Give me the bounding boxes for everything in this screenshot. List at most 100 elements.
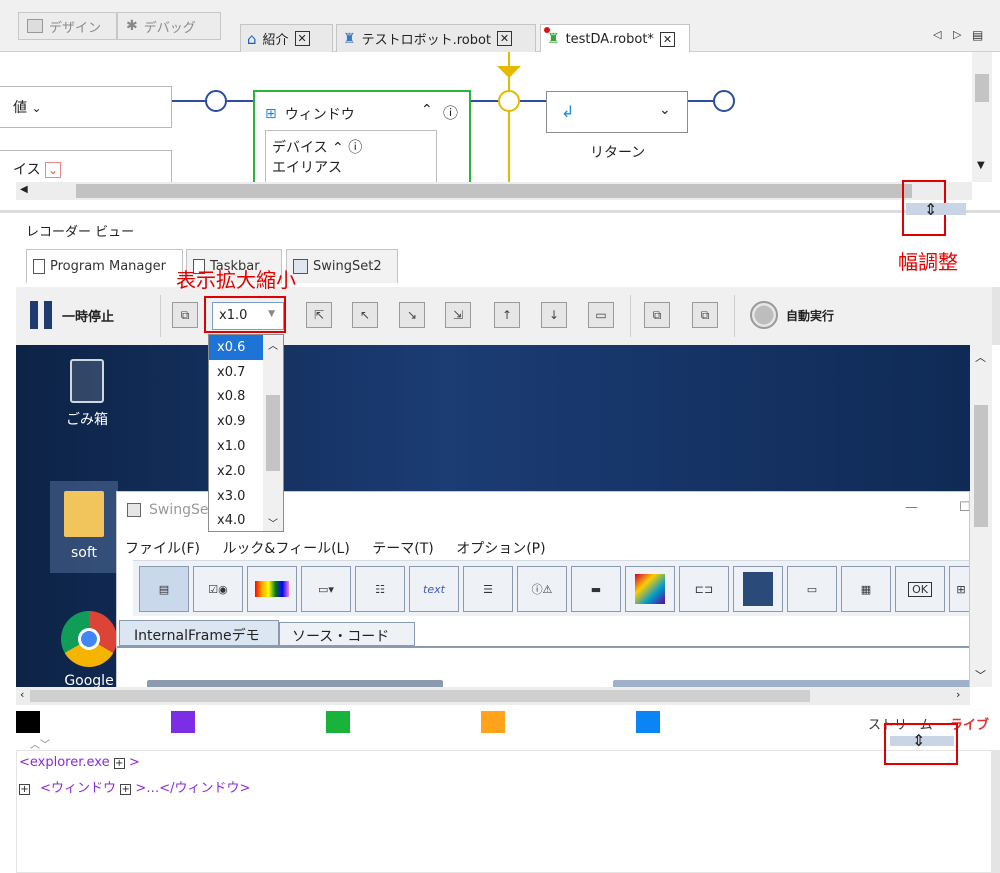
- file-chooser-tool[interactable]: ☷: [355, 566, 405, 612]
- tooltip-tool[interactable]: OK: [895, 566, 945, 612]
- tree-tool[interactable]: ⊞: [949, 566, 969, 612]
- close-icon[interactable]: ✕: [659, 31, 675, 47]
- flow-node-device[interactable]: イス ⌄: [0, 150, 172, 182]
- help-icon[interactable]: ⓘ: [348, 140, 362, 156]
- close-icon[interactable]: ✕: [294, 31, 310, 46]
- flow-vertical-scrollbar[interactable]: ▼: [972, 52, 992, 182]
- table-tool[interactable]: ▦: [841, 566, 891, 612]
- tab-internalframe-demo[interactable]: InternalFrameデモ: [119, 620, 279, 646]
- editor-pane-tool[interactable]: text: [409, 566, 459, 612]
- checkbox-tool[interactable]: ☑◉: [193, 566, 243, 612]
- chevron-down-icon[interactable]: ⌄: [659, 102, 671, 118]
- color-swatch-purple[interactable]: [171, 711, 195, 733]
- tab-swingset2[interactable]: SwingSet2: [286, 249, 398, 283]
- color-swatch-black[interactable]: [16, 711, 40, 733]
- flow-connector[interactable]: [498, 90, 520, 112]
- windows-icon: ⊞: [265, 106, 277, 122]
- return-node[interactable]: ↲ ⌄: [546, 91, 688, 133]
- import-icon: ⧉: [700, 307, 710, 322]
- flow-node-value[interactable]: 値 ⌄: [0, 86, 172, 128]
- move-down-right-button[interactable]: ↘: [399, 302, 425, 328]
- zoom-option[interactable]: x0.6: [209, 335, 263, 360]
- soft-folder-desktop-icon[interactable]: soft: [50, 481, 118, 573]
- chevron-down-icon[interactable]: ⌄: [45, 162, 62, 178]
- combobox-tool[interactable]: ▭▾: [301, 566, 351, 612]
- menu-file[interactable]: ファイル(F): [125, 541, 200, 557]
- color-swatch-orange[interactable]: [481, 711, 505, 733]
- export-button[interactable]: ⧉: [644, 302, 670, 328]
- help-icon[interactable]: ⓘ: [443, 102, 458, 123]
- tabbed-pane-icon: ▭: [806, 582, 818, 596]
- menu-options[interactable]: オプション(P): [456, 541, 545, 557]
- refresh-capture-button[interactable]: ⧉: [172, 302, 198, 328]
- expand-plus-icon[interactable]: +: [113, 758, 125, 769]
- window-node[interactable]: ⊞ ウィンドウ ⌃ ⓘ デバイス ⌃ ⓘ エイリアス: [253, 90, 471, 182]
- tabbed-pane-tool[interactable]: ▭: [787, 566, 837, 612]
- move-up-button[interactable]: ↑: [494, 302, 520, 328]
- color-swatch-blue[interactable]: [636, 711, 660, 733]
- minimize-icon[interactable]: —: [905, 500, 918, 515]
- zoom-option[interactable]: x2.0: [209, 459, 263, 484]
- tab-list-icon[interactable]: ▤: [972, 28, 983, 42]
- split-pane-tool[interactable]: [733, 566, 783, 612]
- menu-theme[interactable]: テーマ(T): [372, 541, 433, 557]
- expand-plus-icon[interactable]: +: [19, 784, 30, 795]
- chrome-desktop-icon[interactable]: Google Chr: [54, 611, 124, 687]
- close-icon[interactable]: ✕: [497, 31, 513, 46]
- progress-bar-tool[interactable]: ▬: [571, 566, 621, 612]
- move-down-button[interactable]: ↓: [541, 302, 567, 328]
- import-button[interactable]: ⧉: [692, 302, 718, 328]
- design-button[interactable]: デザイン: [18, 12, 117, 40]
- recycle-bin-desktop-icon[interactable]: ごみ箱: [56, 359, 118, 429]
- splitter-bar[interactable]: [0, 210, 1000, 213]
- move-up-left-button[interactable]: ↖: [352, 302, 378, 328]
- recorder-horizontal-scrollbar[interactable]: ‹ ›: [16, 687, 970, 705]
- move-bottom-right-button[interactable]: ⇲: [445, 302, 471, 328]
- zoom-option[interactable]: x4.0: [209, 509, 263, 534]
- color-swatch-green[interactable]: [326, 711, 350, 733]
- zoom-option[interactable]: x0.9: [209, 409, 263, 434]
- tab-intro[interactable]: ⌂ 紹介 ✕: [240, 24, 333, 52]
- zoom-option[interactable]: x0.7: [209, 360, 263, 385]
- recorder-desktop-preview: ごみ箱 soft Google Chr SwingSet — ☐ ファイル(F)…: [16, 345, 970, 687]
- page-button[interactable]: ▭: [588, 302, 614, 328]
- debug-button[interactable]: ✱ デバッグ: [117, 12, 221, 40]
- option-pane-tool[interactable]: ⓘ⚠: [517, 566, 567, 612]
- tab-source-code[interactable]: ソース・コード: [279, 622, 415, 646]
- chevron-down-icon[interactable]: ⌄: [31, 101, 41, 115]
- maximize-icon[interactable]: ☐: [959, 500, 969, 515]
- move-top-left-button[interactable]: ⇱: [306, 302, 332, 328]
- chrome-icon: [61, 611, 117, 667]
- flow-connector[interactable]: [713, 90, 735, 112]
- collapse-icon[interactable]: ⌃: [421, 102, 433, 118]
- color-chooser-tool[interactable]: [247, 566, 297, 612]
- tab-test-robot[interactable]: ♜ テストロボット.robot ✕: [336, 24, 536, 52]
- zoom-option[interactable]: x0.8: [209, 385, 263, 410]
- tab-testda-robot[interactable]: ♜ testDA.robot* ✕: [540, 24, 690, 53]
- zoom-option[interactable]: x1.0: [209, 434, 263, 459]
- collapse-icon[interactable]: ⌃: [332, 140, 344, 156]
- scroll-pane-tool[interactable]: [625, 566, 675, 612]
- zoom-option[interactable]: x3.0: [209, 484, 263, 509]
- expand-collapse-icon[interactable]: ︿﹀: [30, 736, 50, 751]
- tree-node-explorer[interactable]: <explorer.exe + >: [19, 755, 140, 770]
- tab-right-arrow-icon[interactable]: ▷: [953, 28, 961, 41]
- pause-button[interactable]: 一時停止: [30, 301, 114, 329]
- slider-tool[interactable]: ⊏⊐: [679, 566, 729, 612]
- capture-icon: ⧉: [180, 307, 190, 322]
- resize-handle-icon[interactable]: ⇕: [912, 731, 925, 750]
- list-tool[interactable]: ☰: [463, 566, 513, 612]
- expand-plus-icon[interactable]: +: [120, 784, 132, 795]
- tab-program-manager[interactable]: Program Manager: [26, 249, 183, 283]
- tree-node-window[interactable]: + <ウィンドウ + >…</ウィンドウ>: [19, 777, 250, 796]
- auto-run-button[interactable]: 自動実行: [750, 301, 834, 329]
- yellow-marker-icon: [497, 66, 521, 78]
- menu-look-and-feel[interactable]: ルック&フィール(L): [222, 541, 349, 557]
- resize-handle-icon[interactable]: ⇕: [924, 200, 937, 219]
- recorder-vertical-scrollbar[interactable]: ︿ ﹀: [970, 345, 992, 687]
- tab-left-arrow-icon[interactable]: ◁: [933, 28, 941, 41]
- flow-connector[interactable]: [205, 90, 227, 112]
- dropdown-scrollbar[interactable]: ︿ ﹀: [263, 335, 283, 531]
- flow-horizontal-scrollbar[interactable]: ◀: [16, 182, 972, 200]
- internal-frame-tool[interactable]: ▤: [139, 566, 189, 612]
